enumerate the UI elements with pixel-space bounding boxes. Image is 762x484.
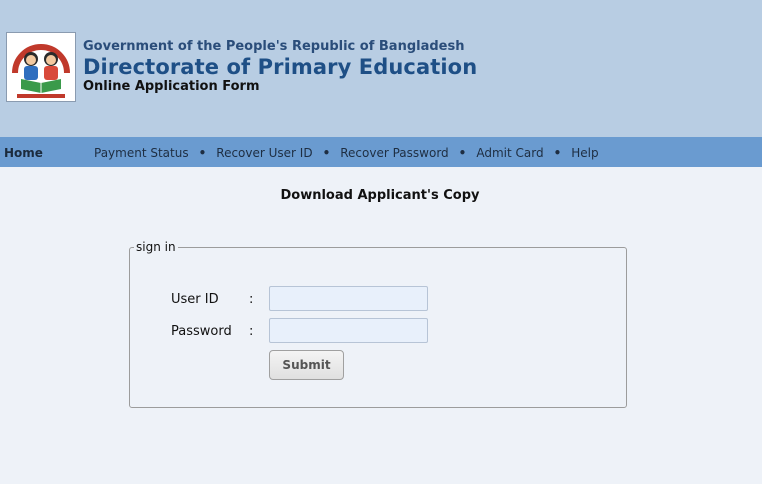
dpe-logo: [6, 32, 76, 102]
nav-admit-card-link[interactable]: Admit Card: [476, 146, 543, 160]
page-title: Download Applicant's Copy: [280, 188, 480, 203]
nav-payment-status-link[interactable]: Payment Status: [94, 146, 189, 160]
nav-home-link[interactable]: Home: [4, 146, 43, 160]
nav-separator: •: [553, 146, 562, 160]
user-id-input[interactable]: [269, 286, 428, 311]
password-colon: :: [249, 324, 254, 339]
nav-help-link[interactable]: Help: [571, 146, 598, 160]
password-input[interactable]: [269, 318, 428, 343]
government-name: Government of the People's Republic of B…: [83, 39, 465, 54]
user-id-colon: :: [249, 292, 254, 307]
password-label: Password: [171, 324, 232, 339]
submit-button[interactable]: Submit: [269, 350, 344, 380]
header-banner: Government of the People's Republic of B…: [0, 0, 762, 137]
nav-recover-password-link[interactable]: Recover Password: [340, 146, 448, 160]
nav-recover-user-id-link[interactable]: Recover User ID: [216, 146, 312, 160]
main-nav: Home Payment Status • Recover User ID • Reco…: [0, 137, 762, 167]
nav-separator: •: [322, 146, 331, 160]
nav-separator: •: [458, 146, 467, 160]
site-subtitle: Online Application Form: [83, 79, 260, 94]
site-title: Directorate of Primary Education: [83, 55, 478, 79]
nav-separator: •: [198, 146, 207, 160]
signin-legend: sign in: [136, 240, 176, 254]
user-id-label: User ID: [171, 292, 219, 307]
nav-links: Payment Status • Recover User ID • Recover P…: [94, 146, 599, 160]
